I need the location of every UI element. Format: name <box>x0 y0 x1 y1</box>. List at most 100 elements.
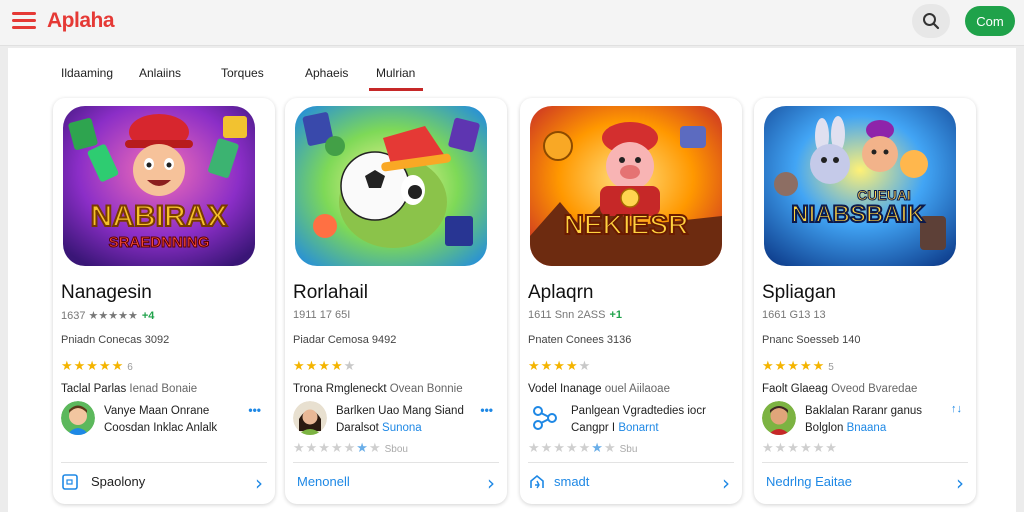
stats-badge: +1 <box>609 309 623 321</box>
developer-name: Vanye Maan Onrane <box>104 405 210 417</box>
stats-text: 1637 ★★★★★ <box>61 310 138 322</box>
cta-button[interactable]: Com <box>965 6 1015 36</box>
game-thumbnail[interactable]: NABIRAX SRAEDNNING <box>63 106 255 266</box>
developer-row[interactable]: Baklalan Raranr ganus Bolglon Bnaana ↑↓ <box>762 401 968 439</box>
description-b: Ienad Bonaie <box>129 383 198 395</box>
chevron-right-icon[interactable]: › <box>487 471 495 495</box>
app-logo[interactable]: Aplaha <box>47 9 115 33</box>
user-rating-count: Sbou <box>384 444 408 455</box>
game-thumbnail[interactable]: NEKIESR <box>530 106 722 266</box>
rating-stars: ★★★★★ <box>293 358 357 373</box>
thumbnail-art-subtext: SRAEDNNING <box>109 234 210 251</box>
app-stats: 1661 G13 13 <box>762 309 826 321</box>
app-card[interactable]: CUEUAI NIABSBAIK Spliagan 1661 G13 13 Pn… <box>754 98 976 504</box>
stats-badge: +4 <box>141 310 155 322</box>
thumbnail-art-text: NABIRAX <box>91 200 228 233</box>
game-thumbnail[interactable]: CUEUAI NIABSBAIK <box>764 106 956 266</box>
thumbnail-art-text: NIABSBAIK <box>791 201 925 228</box>
tab-1[interactable]: Ildaaming <box>61 66 113 80</box>
user-rating-stars[interactable]: ★★★★★★★ Sbu <box>528 440 637 456</box>
tab-3[interactable]: Torques <box>221 66 264 80</box>
description-b: ouel Aiilaoae <box>604 383 670 395</box>
app-stats: 1611 Snn 2ASS +1 <box>528 309 622 321</box>
app-title[interactable]: Aplaqrn <box>528 282 594 304</box>
more-horizontal-icon[interactable]: ↑↓ <box>951 403 962 415</box>
user-rating-count: Sbu <box>619 444 638 455</box>
tab-bar: Ildaaming Anlaiins Torques Aphaeis Mulri… <box>8 48 1016 92</box>
tab-2[interactable]: Anlaiins <box>139 66 181 80</box>
app-stats: 1911 17 65I <box>293 309 350 321</box>
stats-text: 1911 17 65I <box>293 309 351 321</box>
divider <box>61 462 267 463</box>
developer-subtitle-text: Coosdan Inklac Anlalk <box>104 422 218 434</box>
avatar <box>293 401 327 435</box>
rating-count: 6 <box>127 362 133 373</box>
active-tab-indicator <box>369 88 423 91</box>
developer-link[interactable]: Bonarnt <box>618 422 658 434</box>
avatar <box>528 401 562 435</box>
more-horizontal-icon[interactable]: ••• <box>480 403 493 417</box>
menu-icon[interactable] <box>12 12 36 30</box>
main-content: Ildaaming Anlaiins Torques Aphaeis Mulri… <box>8 48 1016 512</box>
app-title[interactable]: Rorlahail <box>293 282 368 304</box>
card-action[interactable]: Nedrlng Eaitae › <box>762 470 968 496</box>
divider <box>293 462 499 463</box>
divider <box>528 462 734 463</box>
avatar <box>762 401 796 435</box>
action-label: Nedrlng Eaitae <box>766 474 852 489</box>
app-description: Vodel Inanage ouel Aiilaoae <box>528 383 670 395</box>
avatar <box>61 401 95 435</box>
app-meta: Pnanc Soesseb 140 <box>762 334 861 346</box>
chevron-right-icon[interactable]: › <box>722 471 730 495</box>
user-rating-stars[interactable]: ★★★★★★★ Sbou <box>293 440 408 456</box>
developer-subtitle: Coosdan Inklac Anlalk <box>104 422 217 434</box>
app-description: Taclal Parlas Ienad Bonaie <box>61 383 197 395</box>
description-a: Vodel Inanage <box>528 383 602 395</box>
developer-row[interactable]: Barlken Uao Mang Siand Daralsot Sunona •… <box>293 401 499 439</box>
chevron-right-icon[interactable]: › <box>956 471 964 495</box>
search-button[interactable] <box>912 4 950 38</box>
stats-text: 1611 Snn 2ASS <box>528 309 606 321</box>
card-action[interactable]: Spaolony › <box>61 470 267 496</box>
calendar-icon <box>62 474 78 490</box>
tab-5-active[interactable]: Mulrian <box>376 66 415 80</box>
card-action[interactable]: Menonell › <box>293 470 499 496</box>
card-action[interactable]: smadt › <box>528 470 734 496</box>
app-card[interactable]: NEKIESR Aplaqrn 1611 Snn 2ASS +1 Pnaten C… <box>520 98 742 504</box>
developer-link[interactable]: Sunona <box>382 422 422 434</box>
game-thumbnail[interactable] <box>295 106 487 266</box>
developer-subtitle-text: Bolglon <box>805 422 844 434</box>
developer-row[interactable]: Vanye Maan Onrane Coosdan Inklac Anlalk … <box>61 401 267 439</box>
thumbnail-art-text: NEKIESR <box>564 209 688 240</box>
chevron-right-icon[interactable]: › <box>255 471 263 495</box>
rating-stars: ★★★★★ 5 <box>762 358 834 373</box>
developer-link[interactable]: Bnaana <box>847 422 887 434</box>
developer-name: Panlgean Vgradtedies iocr <box>571 405 706 417</box>
developer-subtitle: Daralsot Sunona <box>336 422 422 434</box>
description-a: Taclal Parlas <box>61 383 127 395</box>
description-a: Trona Rmgleneckt <box>293 383 387 395</box>
app-card[interactable]: NABIRAX SRAEDNNING Nanagesin 1637 ★★★★★ +… <box>53 98 275 504</box>
tab-4[interactable]: Aphaeis <box>305 66 348 80</box>
app-title[interactable]: Spliagan <box>762 282 836 304</box>
app-card[interactable]: Rorlahail 1911 17 65I Piadar Cemosa 9492… <box>285 98 507 504</box>
app-description: Trona Rmgleneckt Ovean Bonnie <box>293 383 463 395</box>
share-icon <box>530 474 544 489</box>
app-description: Faolt Glaeag Oveod Bvaredae <box>762 383 917 395</box>
top-bar: Aplaha Com <box>0 0 1024 46</box>
action-label: Menonell <box>297 474 350 489</box>
developer-subtitle-text: Cangpr I <box>571 422 616 434</box>
user-rating-stars[interactable]: ★★★★★★ <box>762 440 841 456</box>
rating-stars: ★★★★★ <box>528 358 592 373</box>
description-a: Faolt Glaeag <box>762 383 828 395</box>
developer-row[interactable]: Panlgean Vgradtedies iocr Cangpr I Bonar… <box>528 401 734 439</box>
app-stats: 1637 ★★★★★ +4 <box>61 309 154 322</box>
app-meta: Pnaten Conees 3136 <box>528 334 632 346</box>
divider <box>762 462 968 463</box>
stats-text: 1661 G13 13 <box>762 309 826 321</box>
action-label: Spaolony <box>91 474 146 489</box>
developer-subtitle-text: Daralsot <box>336 422 379 434</box>
app-title[interactable]: Nanagesin <box>61 282 152 304</box>
more-horizontal-icon[interactable]: ••• <box>248 403 261 417</box>
developer-name: Baklalan Raranr ganus <box>805 405 922 417</box>
